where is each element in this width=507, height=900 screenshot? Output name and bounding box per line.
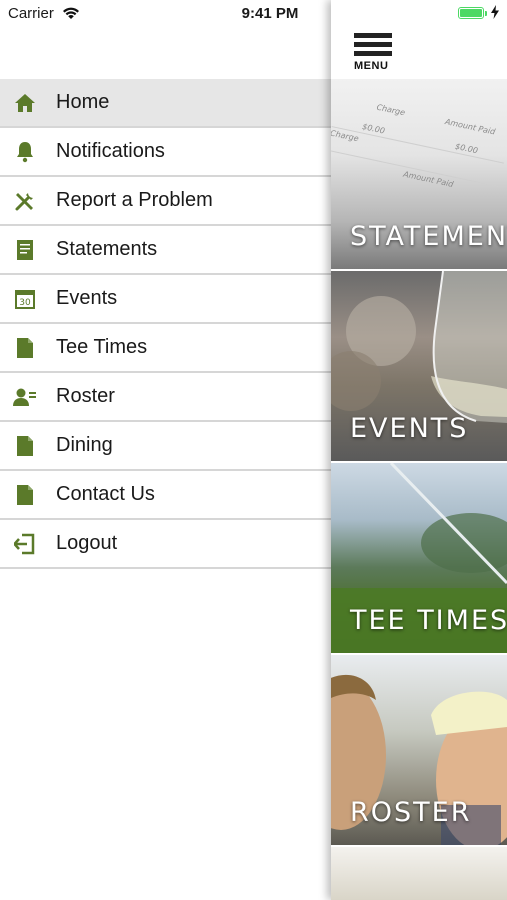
document-icon bbox=[13, 483, 37, 507]
menu-item-home[interactable]: Home bbox=[0, 79, 331, 128]
menu-item-report-a-problem[interactable]: Report a Problem bbox=[0, 177, 331, 226]
statement-icon bbox=[13, 238, 37, 262]
bell-icon bbox=[13, 140, 37, 164]
menu-item-tee-times[interactable]: Tee Times bbox=[0, 324, 331, 373]
hamburger-icon bbox=[354, 33, 394, 56]
menu-item-events[interactable]: 30 Events bbox=[0, 275, 331, 324]
svg-text:Charge: Charge bbox=[331, 129, 360, 144]
svg-text:Amount Paid: Amount Paid bbox=[443, 117, 497, 137]
svg-text:Charge: Charge bbox=[376, 103, 406, 118]
menu-item-label: Roster bbox=[56, 385, 115, 407]
navigation-drawer: Home Notifications Report a Problem Stat… bbox=[0, 0, 331, 900]
menu-button-label: MENU bbox=[354, 60, 389, 72]
clock: 9:41 PM bbox=[241, 5, 299, 22]
tile-label: ROSTER bbox=[350, 797, 472, 828]
menu-item-label: Events bbox=[56, 287, 118, 309]
tile-label: EVENTS bbox=[350, 413, 469, 444]
menu-item-contact-us[interactable]: Contact Us bbox=[0, 471, 331, 520]
tile-partial[interactable] bbox=[331, 847, 507, 900]
charging-bolt-icon bbox=[491, 5, 499, 23]
menu-item-label: Tee Times bbox=[56, 336, 148, 358]
tools-icon bbox=[13, 189, 37, 213]
tile-label: TEE TIMES bbox=[350, 605, 507, 636]
menu-item-label: Report a Problem bbox=[56, 189, 213, 211]
menu-item-logout[interactable]: Logout bbox=[0, 520, 331, 569]
menu-item-label: Logout bbox=[56, 532, 118, 554]
menu-item-label: Statements bbox=[56, 238, 158, 260]
menu-item-notifications[interactable]: Notifications bbox=[0, 128, 331, 177]
tile-label: STATEMENTS bbox=[350, 221, 507, 252]
roster-icon bbox=[13, 385, 37, 409]
document-icon bbox=[13, 434, 37, 458]
menu-item-label: Notifications bbox=[56, 140, 165, 162]
status-bar: Carrier 9:41 PM bbox=[0, 0, 507, 30]
menu-item-label: Dining bbox=[56, 434, 113, 456]
tile-events[interactable]: EVENTS bbox=[331, 271, 507, 461]
main-content-panel: MENU Charge Amount Paid $0.00 $0.00 Char… bbox=[331, 0, 507, 900]
menu-item-label: Contact Us bbox=[56, 483, 155, 505]
calendar-icon: 30 bbox=[13, 287, 37, 311]
menu-item-statements[interactable]: Statements bbox=[0, 226, 331, 275]
menu-list: Home Notifications Report a Problem Stat… bbox=[0, 79, 331, 569]
battery-cap bbox=[485, 11, 487, 16]
svg-text:Amount Paid: Amount Paid bbox=[401, 169, 455, 189]
menu-item-roster[interactable]: Roster bbox=[0, 373, 331, 422]
svg-text:30: 30 bbox=[19, 298, 31, 308]
battery-icon bbox=[458, 7, 484, 19]
menu-item-label: Home bbox=[56, 91, 110, 113]
tile-statements[interactable]: Charge Amount Paid $0.00 $0.00 Charge Am… bbox=[331, 79, 507, 269]
home-icon bbox=[13, 91, 37, 115]
menu-toggle-button[interactable]: MENU bbox=[354, 33, 394, 73]
menu-item-dining[interactable]: Dining bbox=[0, 422, 331, 471]
document-icon bbox=[13, 336, 37, 360]
logout-icon bbox=[13, 532, 37, 556]
tile-roster[interactable]: ROSTER bbox=[331, 655, 507, 845]
tile-tee-times[interactable]: TEE TIMES bbox=[331, 463, 507, 653]
